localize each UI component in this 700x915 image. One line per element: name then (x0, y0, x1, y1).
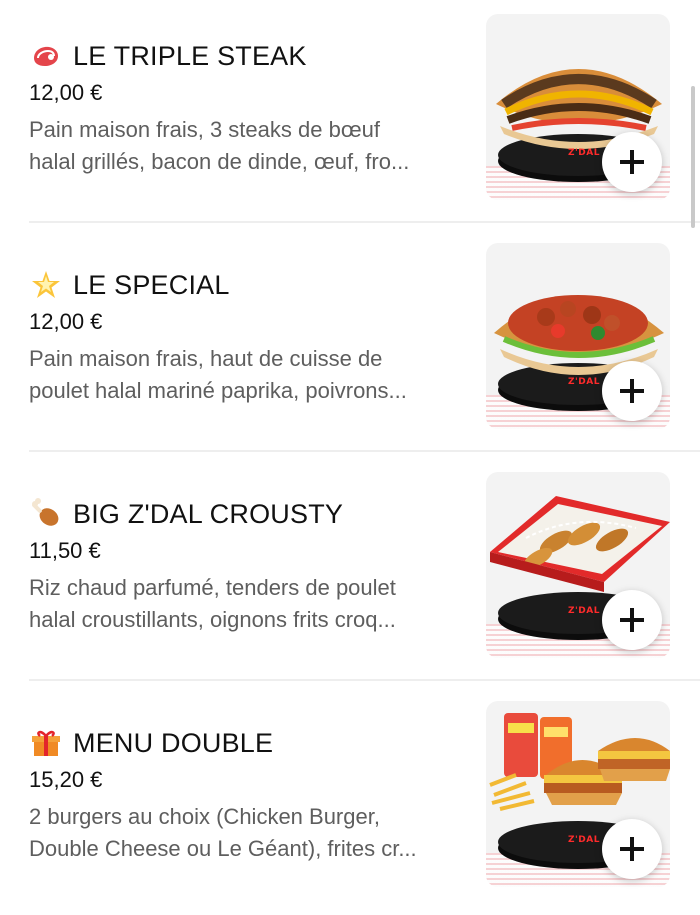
item-name: BIG Z'DAL CROUSTY (73, 498, 344, 529)
item-description-line: Pain maison frais, haut de cuisse de (29, 346, 383, 371)
divider (29, 221, 700, 223)
brand-badge: Z'DAL (568, 148, 600, 158)
brand-badge: Z'DAL (568, 377, 600, 387)
item-price: 15,20 € (29, 767, 103, 792)
divider (29, 679, 700, 681)
item-description-line: Double Cheese ou Le Géant), frites cr... (29, 836, 417, 861)
add-button[interactable] (602, 590, 662, 650)
item-description: 2 burgers au choix (Chicken Burger, Doub… (29, 801, 469, 865)
menu-list: LE TRIPLE STEAK 12,00 € Pain maison frai… (0, 0, 700, 900)
item-title-row: LE SPECIAL (29, 267, 230, 303)
item-description-line: poulet halal mariné paprika, poivrons... (29, 378, 407, 403)
menu-item[interactable]: LE SPECIAL 12,00 € Pain maison frais, ha… (29, 229, 670, 457)
item-description-line: halal croustillants, oignons frits croq.… (29, 607, 396, 632)
item-price: 12,00 € (29, 309, 103, 334)
item-name: LE TRIPLE STEAK (73, 40, 307, 71)
plus-icon (620, 379, 644, 403)
menu-item[interactable]: MENU DOUBLE 15,20 € 2 burgers au choix (… (29, 687, 670, 915)
item-title-row: BIG Z'DAL CROUSTY (29, 496, 343, 532)
item-description: Pain maison frais, 3 steaks de bœuf hala… (29, 114, 469, 178)
plus-icon (620, 150, 644, 174)
item-description-line: Pain maison frais, 3 steaks de bœuf (29, 117, 380, 142)
star-icon (29, 268, 63, 302)
steak-icon (29, 39, 63, 73)
item-price: 11,50 € (29, 538, 101, 563)
add-button[interactable] (602, 132, 662, 192)
brand-badge: Z'DAL (568, 606, 600, 616)
item-description-line: Riz chaud parfumé, tenders de poulet (29, 575, 396, 600)
menu-item[interactable]: LE TRIPLE STEAK 12,00 € Pain maison frai… (29, 0, 670, 228)
plus-icon (620, 837, 644, 861)
scrollbar[interactable] (691, 86, 695, 228)
item-description: Pain maison frais, haut de cuisse de pou… (29, 343, 469, 407)
item-description-line: 2 burgers au choix (Chicken Burger, (29, 804, 380, 829)
item-name: LE SPECIAL (73, 269, 230, 300)
add-button[interactable] (602, 819, 662, 879)
item-description: Riz chaud parfumé, tenders de poulet hal… (29, 572, 469, 636)
add-button[interactable] (602, 361, 662, 421)
chicken-leg-icon (29, 497, 63, 531)
menu-item[interactable]: BIG Z'DAL CROUSTY 11,50 € Riz chaud parf… (29, 458, 670, 686)
item-title-row: LE TRIPLE STEAK (29, 38, 307, 74)
item-price: 12,00 € (29, 80, 103, 105)
divider (29, 450, 700, 452)
plus-icon (620, 608, 644, 632)
brand-badge: Z'DAL (568, 835, 600, 845)
item-description-line: halal grillés, bacon de dinde, œuf, fro.… (29, 149, 410, 174)
item-name: MENU DOUBLE (73, 727, 274, 758)
item-title-row: MENU DOUBLE (29, 725, 273, 761)
gift-icon (29, 726, 63, 760)
